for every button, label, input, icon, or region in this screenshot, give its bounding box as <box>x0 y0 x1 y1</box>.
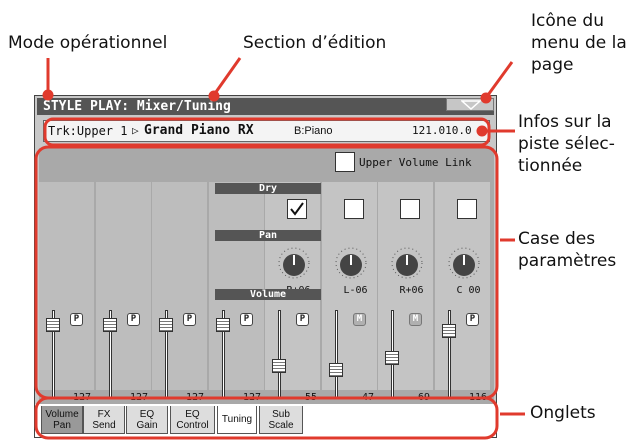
callout-pointers <box>34 57 525 440</box>
